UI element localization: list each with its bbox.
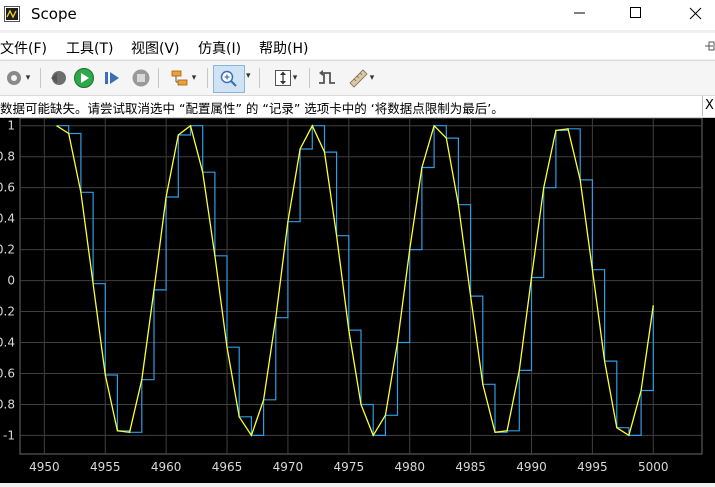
y-tick-label: 0.6 bbox=[0, 181, 15, 195]
signal-selection-button[interactable]: ▾ bbox=[164, 65, 202, 91]
title-bar: Scope bbox=[0, 0, 715, 30]
menu-bar: 文件(F) 工具(T) 视图(V) 仿真(I) 帮助(H) bbox=[0, 33, 715, 59]
y-tick-label: -1 bbox=[3, 428, 15, 442]
maximize-icon bbox=[630, 7, 641, 18]
triggers-icon bbox=[319, 70, 335, 84]
chevron-down-icon: ▾ bbox=[292, 73, 298, 83]
y-tick-label: 0.8 bbox=[0, 150, 15, 164]
y-tick-label: 0.4 bbox=[0, 212, 15, 226]
toolbar-divider bbox=[158, 68, 159, 88]
menu-help[interactable]: 帮助(H) bbox=[259, 38, 308, 58]
autoscale-button[interactable]: ▾ bbox=[266, 65, 304, 91]
minimize-icon bbox=[574, 12, 585, 14]
y-tick-label: -0.2 bbox=[0, 305, 15, 319]
toolbar-divider bbox=[309, 68, 310, 88]
step-forward-button[interactable] bbox=[100, 65, 124, 91]
signal-selection-icon bbox=[171, 70, 188, 86]
minimize-button[interactable] bbox=[560, 0, 600, 30]
toolbar: ▾ ▾ ▾ ▾ ▾ bbox=[0, 60, 715, 96]
x-tick-label: 4995 bbox=[577, 460, 608, 474]
plot-svg[interactable]: 1 0.8 0.6 0.4 0.2 0 -0.2 -0.4 -0.6 -0.8 -1 4950 4955… bbox=[0, 117, 715, 483]
y-tick-label: 0 bbox=[7, 274, 15, 288]
stop-icon bbox=[132, 69, 150, 87]
menu-tools[interactable]: 工具(T) bbox=[66, 38, 113, 58]
stop-button[interactable] bbox=[129, 65, 153, 91]
x-tick-label: 4970 bbox=[273, 460, 304, 474]
y-tick-label: 1 bbox=[7, 119, 15, 133]
y-tick-label: -0.4 bbox=[0, 336, 15, 350]
chevron-down-icon[interactable]: ▾ bbox=[246, 71, 251, 81]
scope-app-icon bbox=[4, 6, 20, 22]
gear-icon bbox=[6, 71, 21, 85]
scope-display[interactable]: 1 0.8 0.6 0.4 0.2 0 -0.2 -0.4 -0.6 -0.8 -1 4950 4955… bbox=[0, 117, 715, 483]
run-button[interactable] bbox=[72, 65, 96, 91]
step-forward-icon bbox=[105, 72, 119, 84]
x-tick-label: 4980 bbox=[394, 460, 425, 474]
zoom-in-button[interactable] bbox=[213, 65, 245, 93]
measure-icon bbox=[349, 69, 368, 88]
toolbar-divider bbox=[259, 68, 260, 88]
step-back-button[interactable] bbox=[46, 65, 70, 91]
x-tick-label: 4960 bbox=[151, 460, 182, 474]
x-tick-label: 5000 bbox=[638, 460, 669, 474]
x-tick-label: 4965 bbox=[212, 460, 243, 474]
menu-file[interactable]: 文件(F) bbox=[0, 38, 47, 58]
menu-view[interactable]: 视图(V) bbox=[131, 38, 180, 58]
x-tick-label: 4955 bbox=[90, 460, 121, 474]
menu-simulation[interactable]: 仿真(I) bbox=[198, 38, 241, 58]
y-tick-label: 0.2 bbox=[0, 243, 15, 257]
run-icon bbox=[74, 68, 94, 88]
toolbar-divider bbox=[40, 68, 41, 88]
y-tick-label: -0.6 bbox=[0, 366, 15, 380]
x-tick-label: 4975 bbox=[334, 460, 365, 474]
warning-bar: 数据可能缺失。请尝试取消选中 “配置属性” 的 “记录” 选项卡中的 ‘将数据点… bbox=[0, 96, 715, 118]
x-tick-label: 4950 bbox=[29, 460, 60, 474]
autoscale-icon bbox=[274, 70, 291, 86]
zoom-in-icon bbox=[220, 70, 237, 87]
close-button[interactable] bbox=[675, 0, 715, 30]
chevron-down-icon: ▾ bbox=[191, 73, 197, 83]
triggers-button[interactable] bbox=[314, 65, 340, 91]
chevron-down-icon: ▾ bbox=[25, 73, 31, 83]
warning-message: 数据可能缺失。请尝试取消选中 “配置属性” 的 “记录” 选项卡中的 ‘将数据点… bbox=[0, 101, 504, 116]
pin-icon[interactable] bbox=[703, 39, 715, 53]
x-tick-label: 4985 bbox=[455, 460, 486, 474]
toolbar-divider bbox=[207, 68, 208, 88]
measurements-button[interactable]: ▾ bbox=[342, 65, 380, 91]
configuration-button[interactable]: ▾ bbox=[0, 65, 36, 91]
step-back-icon bbox=[51, 71, 66, 85]
y-tick-label: -0.8 bbox=[0, 397, 15, 411]
maximize-button[interactable] bbox=[616, 0, 656, 30]
close-icon bbox=[689, 7, 702, 20]
x-tick-label: 4990 bbox=[516, 460, 547, 474]
window-title: Scope bbox=[31, 5, 77, 23]
warning-close-button[interactable]: X bbox=[702, 96, 715, 116]
chevron-down-icon: ▾ bbox=[369, 73, 375, 83]
